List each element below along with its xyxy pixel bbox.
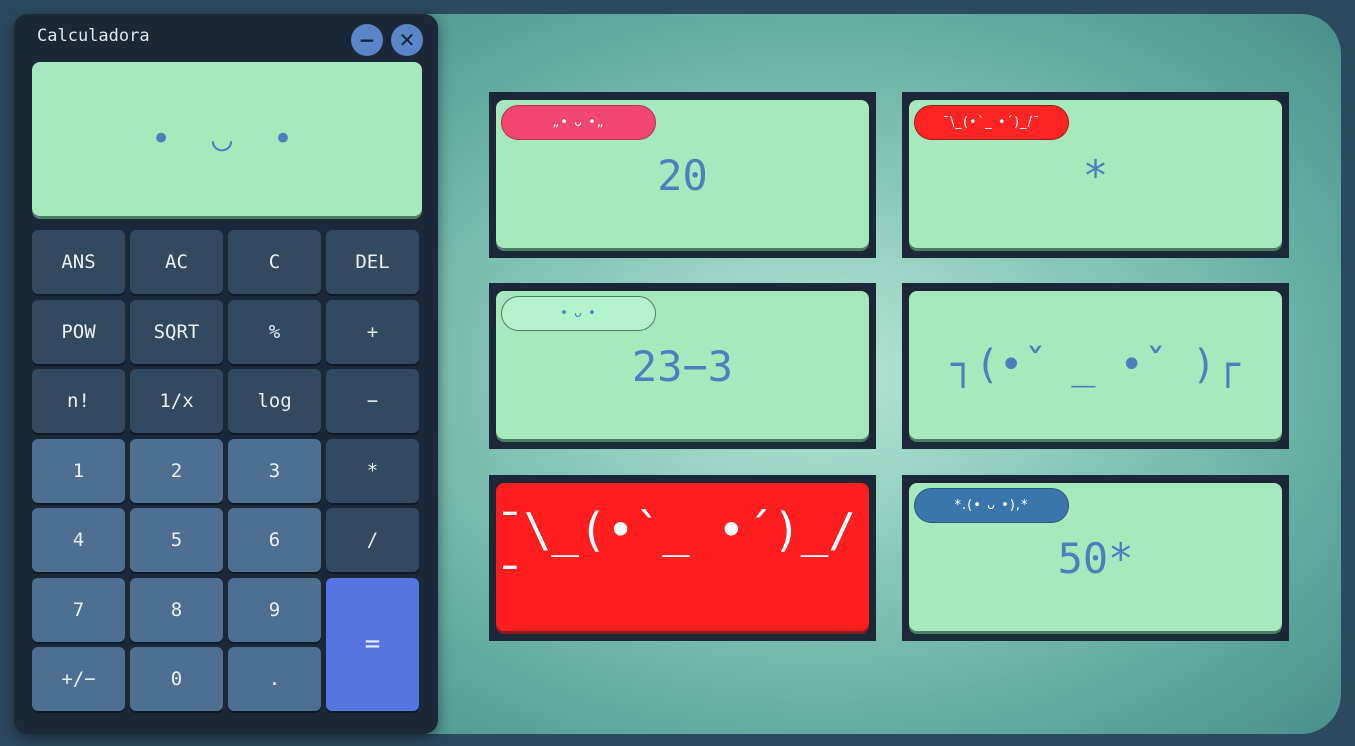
key-9[interactable]: 9 (228, 577, 321, 642)
mood-badge: • ᴗ • (501, 296, 656, 331)
history-tile[interactable]: ┐(•ˇ _ •ˇ )┌ (902, 283, 1289, 449)
key-1[interactable]: 1 (32, 438, 125, 503)
key-0[interactable]: 0 (130, 647, 223, 711)
key-4[interactable]: 4 (32, 508, 125, 572)
calculator-display: • ◡ • (32, 62, 422, 216)
history-card: ¯\_(•`_ •´)_/¯ * (909, 100, 1282, 248)
history-tile[interactable]: • ᴗ • 23−3 (489, 283, 876, 449)
key-factorial[interactable]: n! (32, 369, 125, 433)
history-tile[interactable]: ¯\_(•`_ •´)_/¯ (489, 475, 876, 641)
history-card: „• ᴗ •„ 20 (496, 100, 869, 248)
close-icon: ✕ (398, 28, 416, 52)
key-8[interactable]: 8 (130, 577, 223, 642)
history-card: ¯\_(•`_ •´)_/¯ (496, 483, 869, 631)
minimize-icon: − (358, 28, 376, 52)
history-tile[interactable]: „• ᴗ •„ 20 (489, 92, 876, 258)
keypad: ANS AC C DEL POW SQRT % + n! 1/x log − 1… (32, 230, 422, 712)
key-divide[interactable]: / (326, 508, 419, 572)
history-tile[interactable]: *.(• ᴗ •),* 50* (902, 475, 1289, 641)
key-log[interactable]: log (228, 369, 321, 433)
key-negate[interactable]: +/− (32, 647, 125, 711)
key-sqrt[interactable]: SQRT (130, 299, 223, 364)
history-value: 20 (657, 150, 708, 200)
key-7[interactable]: 7 (32, 577, 125, 642)
history-value: 50* (1057, 533, 1134, 583)
key-all-clear[interactable]: AC (130, 230, 223, 294)
key-multiply[interactable]: * (326, 438, 419, 503)
close-button[interactable]: ✕ (391, 24, 423, 56)
history-value: * (1082, 150, 1109, 200)
key-percent[interactable]: % (228, 299, 321, 364)
minimize-button[interactable]: − (351, 24, 383, 56)
key-minus[interactable]: − (326, 369, 419, 433)
key-5[interactable]: 5 (130, 508, 223, 572)
key-2[interactable]: 2 (130, 438, 223, 503)
mood-badge: „• ᴗ •„ (501, 105, 656, 140)
key-plus[interactable]: + (326, 299, 419, 364)
key-reciprocal[interactable]: 1/x (130, 369, 223, 433)
calculator-window: Calculadora − ✕ • ◡ • ANS AC C DEL POW S… (14, 14, 438, 734)
history-value: ¯\_(•`_ •´)_/¯ (496, 503, 857, 611)
key-3[interactable]: 3 (228, 438, 321, 503)
key-delete[interactable]: DEL (326, 230, 419, 294)
mood-badge: *.(• ᴗ •),* (914, 488, 1069, 523)
key-equals[interactable]: = (326, 577, 419, 711)
key-decimal[interactable]: . (228, 647, 321, 711)
window-title: Calculadora (37, 26, 150, 46)
history-card: *.(• ᴗ •),* 50* (909, 483, 1282, 631)
key-6[interactable]: 6 (228, 508, 321, 572)
mood-badge: ¯\_(•`_ •´)_/¯ (914, 105, 1069, 140)
history-value: 23−3 (631, 341, 734, 391)
key-pow[interactable]: POW (32, 299, 125, 364)
history-card: ┐(•ˇ _ •ˇ )┌ (909, 291, 1282, 439)
title-bar[interactable]: Calculadora − ✕ (14, 14, 438, 60)
key-ans[interactable]: ANS (32, 230, 125, 294)
key-clear[interactable]: C (228, 230, 321, 294)
history-tile[interactable]: ¯\_(•`_ •´)_/¯ * (902, 92, 1289, 258)
history-card: • ᴗ • 23−3 (496, 291, 869, 439)
history-value: ┐(•ˇ _ •ˇ )┌ (951, 342, 1240, 388)
